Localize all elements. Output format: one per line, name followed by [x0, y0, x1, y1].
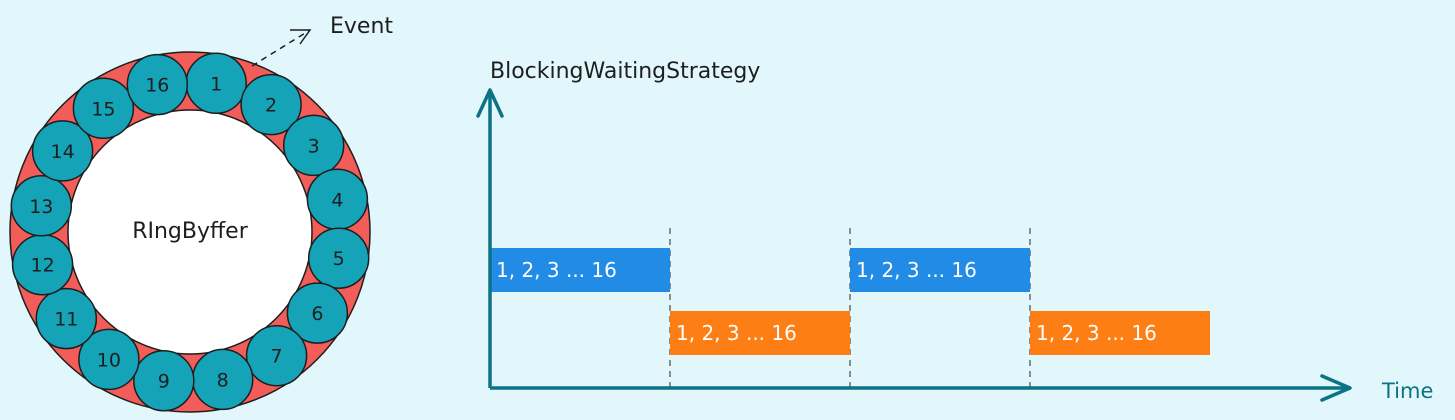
- ring-slot-label: 6: [311, 303, 323, 325]
- ring-slot: 13: [10, 175, 73, 237]
- timeline-segment-label: 1, 2, 3 ... 16: [856, 258, 977, 282]
- ring-slot-label: 9: [158, 371, 170, 393]
- ring-buffer-label: RIngByffer: [132, 219, 248, 244]
- x-axis-label: Time: [1381, 379, 1433, 403]
- ring-slot: 8: [191, 348, 254, 411]
- ring-slot-label: 2: [265, 95, 277, 117]
- ring-slot-label: 4: [331, 189, 343, 211]
- timeline-segment-label: 1, 2, 3 ... 16: [1036, 321, 1157, 345]
- ring-slot: 9: [133, 349, 195, 412]
- ring-slot: 15: [72, 77, 135, 140]
- ring-slot-label: 14: [51, 141, 75, 163]
- ring-slot-label: 7: [271, 346, 283, 368]
- ring-slot: 16: [126, 53, 189, 116]
- ring-slot: 4: [306, 168, 369, 231]
- ring-slot: 12: [11, 233, 74, 296]
- ring-slot-label: 10: [97, 349, 121, 371]
- timeline-segment: 1, 2, 3 ... 16: [850, 248, 1030, 292]
- timeline-segment: 1, 2, 3 ... 16: [490, 248, 670, 292]
- ring-slot-label: 1: [210, 73, 222, 95]
- timeline-segment: 1, 2, 3 ... 16: [670, 311, 850, 355]
- ring-slot-label: 11: [54, 309, 78, 331]
- ring-slot: 5: [307, 227, 370, 289]
- ring-slot-label: 3: [308, 135, 320, 157]
- diagram-canvas: 12345678910111213141516 RIngByffer Event…: [9, 14, 1433, 413]
- ring-slot: 7: [245, 324, 308, 387]
- event-arrow-line: [251, 29, 311, 67]
- ring-slot-label: 12: [31, 255, 55, 277]
- ring-slot-label: 16: [145, 75, 169, 97]
- ring-slot: 11: [35, 287, 98, 350]
- timeline-segment-label: 1, 2, 3 ... 16: [676, 321, 797, 345]
- timeline-axes: [476, 88, 1352, 402]
- ring-slot-label: 13: [29, 196, 53, 218]
- timeline-segment-label: 1, 2, 3 ... 16: [496, 258, 617, 282]
- ring-slot-label: 5: [333, 248, 345, 270]
- timeline-title: BlockingWaitingStrategy: [490, 59, 760, 84]
- timeline-segment: 1, 2, 3 ... 16: [1030, 311, 1210, 355]
- ring-slot-label: 15: [91, 98, 115, 120]
- ring-slot: 1: [185, 52, 247, 115]
- event-label: Event: [330, 14, 393, 39]
- event-arrow: [251, 29, 312, 67]
- ring-slot: 3: [282, 114, 345, 177]
- ring-slot-label: 8: [217, 369, 229, 391]
- ring-buffer: 12345678910111213141516 RIngByffer: [9, 51, 371, 413]
- timeline-segments: 1, 2, 3 ... 16 1, 2, 3 ... 16 1, 2, 3 ... …: [490, 248, 1210, 355]
